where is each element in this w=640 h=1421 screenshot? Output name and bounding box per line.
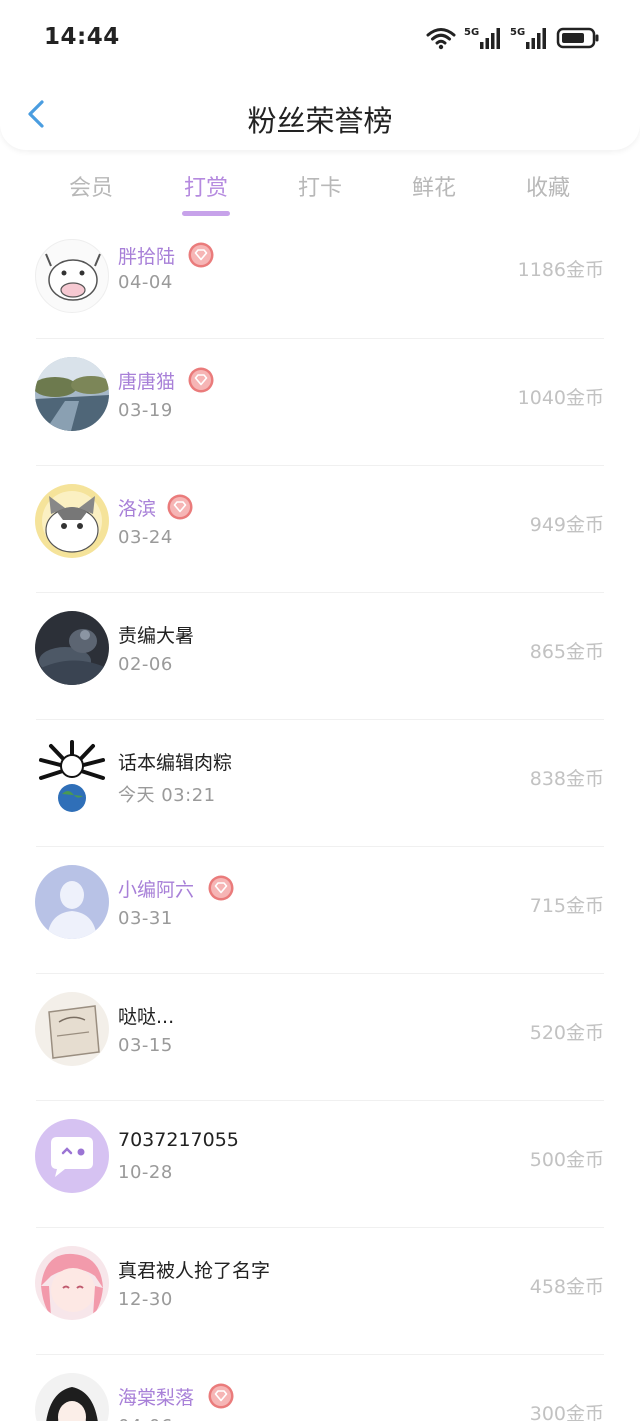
reward-date: 03-15: [118, 1035, 173, 1056]
vip-diamond-icon: [167, 494, 193, 520]
status-icons: 5G 5G: [426, 25, 600, 51]
wifi-icon: [426, 28, 456, 50]
battery-icon: [556, 27, 599, 49]
vip-diamond-icon: [208, 875, 234, 901]
reward-amount: 500金币: [529, 1149, 604, 1171]
svg-text:5G: 5G: [510, 27, 525, 38]
user-name: 小编阿六: [118, 879, 195, 901]
page-title: 粉丝荣誉榜: [247, 104, 393, 138]
user-name: 7037217055: [118, 1129, 239, 1151]
ranking-list: 胖拾陆 04-04 1186金币 唐唐猫 03-19 1040金币 洛滨 03-…: [0, 236, 640, 1421]
landscape-avatar: [35, 357, 109, 431]
user-name: 责编大暑: [118, 625, 195, 647]
user-name: 胖拾陆: [118, 246, 176, 268]
active-tab-indicator: [182, 211, 230, 216]
list-item[interactable]: 海棠梨落 04-06 300金币: [0, 1355, 640, 1421]
anime-girl-avatar: [35, 1246, 109, 1320]
reward-date: 今天 03:21: [118, 785, 216, 806]
user-name: 海棠梨落: [118, 1387, 195, 1409]
reward-date: 03-24: [118, 527, 173, 548]
svg-text:5G: 5G: [464, 27, 479, 38]
list-item[interactable]: 洛滨 03-24 949金币: [0, 466, 640, 593]
reward-date: 04-06: [118, 1416, 173, 1421]
reward-amount: 300金币: [529, 1403, 604, 1421]
reward-date: 02-06: [118, 654, 173, 675]
tab-bar: 会员 打赏 打卡 鲜花 收藏: [0, 160, 640, 222]
list-item[interactable]: 唐唐猫 03-19 1040金币: [0, 339, 640, 466]
user-name: 唐唐猫: [118, 371, 176, 393]
list-item[interactable]: 话本编辑肉粽 今天 03:21 838金币: [0, 720, 640, 847]
tab-members[interactable]: 会员: [41, 170, 141, 202]
reward-date: 03-31: [118, 908, 173, 929]
black-hair-avatar: [35, 1373, 109, 1421]
list-item[interactable]: 哒哒... 03-15 520金币: [0, 974, 640, 1101]
user-name: 哒哒...: [118, 1006, 175, 1028]
top-card: 14:44 5G 5G 粉丝荣誉榜: [0, 0, 640, 150]
vip-diamond-icon: [208, 1383, 234, 1409]
reward-amount: 949金币: [529, 514, 604, 536]
list-item[interactable]: 小编阿六 03-31 715金币: [0, 847, 640, 974]
status-bar: 14:44 5G 5G: [0, 0, 640, 78]
cartoon-cat-avatar: [35, 484, 109, 558]
vip-diamond-icon: [188, 242, 214, 268]
vip-diamond-icon: [188, 367, 214, 393]
tab-rewards[interactable]: 打赏: [156, 170, 256, 202]
reward-date: 10-28: [118, 1162, 173, 1183]
default-person-avatar: [35, 865, 109, 939]
tab-favorites[interactable]: 收藏: [498, 170, 598, 202]
reward-date: 03-19: [118, 400, 173, 421]
user-name: 洛滨: [118, 498, 157, 520]
list-item[interactable]: 胖拾陆 04-04 1186金币: [0, 236, 640, 339]
reward-amount: 458金币: [529, 1276, 604, 1298]
status-time: 14:44: [44, 24, 120, 50]
signal-icon: 5G: [464, 27, 500, 49]
reward-amount: 838金币: [529, 768, 604, 790]
tab-checkin[interactable]: 打卡: [270, 170, 370, 202]
chat-bubble-avatar: [35, 1119, 109, 1193]
sketch-avatar: [35, 992, 109, 1066]
user-name: 真君被人抢了名字: [118, 1260, 271, 1282]
user-name: 话本编辑肉粽: [118, 752, 233, 774]
reward-amount: 715金币: [529, 895, 604, 917]
tab-flowers[interactable]: 鲜花: [384, 170, 484, 202]
nav-header: 粉丝荣誉榜: [0, 78, 640, 150]
reward-date: 04-04: [118, 272, 173, 293]
list-item[interactable]: 责编大暑 02-06 865金币: [0, 593, 640, 720]
globe-avatar: [35, 738, 109, 812]
cartoon-cow-avatar: [35, 239, 109, 313]
reward-amount: 865金币: [529, 641, 604, 663]
reward-amount: 1040金币: [517, 387, 604, 409]
signal-icon: 5G: [510, 27, 546, 49]
list-item[interactable]: 真君被人抢了名字 12-30 458金币: [0, 1228, 640, 1355]
reward-amount: 1186金币: [517, 259, 604, 281]
list-item[interactable]: 7037217055 10-28 500金币: [0, 1101, 640, 1228]
reward-amount: 520金币: [529, 1022, 604, 1044]
reward-date: 12-30: [118, 1289, 173, 1310]
dark-scene-avatar: [35, 611, 109, 685]
